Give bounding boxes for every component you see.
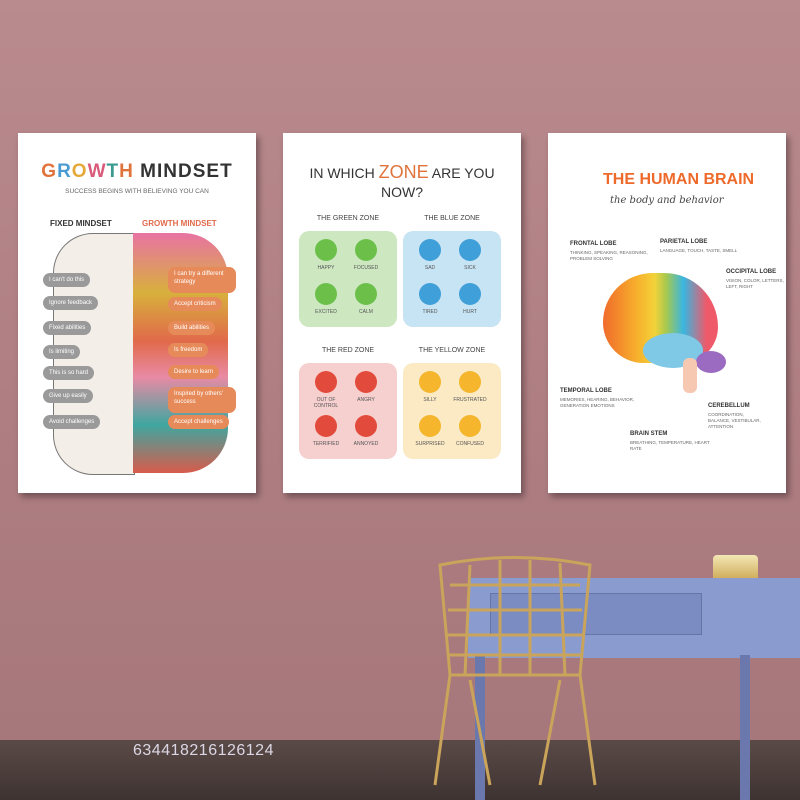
lobe-name: TEMPORAL LOBE [560, 388, 612, 394]
emoji-face-icon [315, 415, 337, 437]
emotion-label: ANNOYED [353, 441, 379, 447]
lobe-description: COORDINATION, BALANCE, VESTIBULAR, ATTEN… [708, 412, 761, 429]
title-letter: H [119, 161, 134, 182]
zones-title: IN WHICH ZONE ARE YOU NOW? [283, 163, 521, 202]
emotion-label: HAPPY [317, 265, 335, 271]
lobe-description: VISION, COLOR, LETTERS, LEFT, RIGHT [726, 278, 784, 289]
lobe-name: BRAIN STEM [630, 431, 668, 437]
lobe-description: THINKING, SPEAKING, REASONING, PROBLEM S… [570, 250, 648, 261]
title-letter: R [57, 161, 72, 182]
cerebellum-shape [696, 351, 726, 373]
emoji-face-icon [459, 415, 481, 437]
lobe-name: CEREBELLUM [708, 403, 750, 409]
growth-mindset-poster: GROWTH MINDSET SUCCESS BEGINS WITH BELIE… [18, 133, 256, 493]
lobe-description: LANGUAGE, TOUCH, TASTE, SMELL [660, 248, 738, 253]
fixed-mindset-item: I can't do this [43, 273, 91, 287]
emoji-face-icon [355, 371, 377, 393]
title-letter: N [163, 161, 178, 182]
growth-mindset-item: Desire to learn [168, 365, 220, 379]
emoji-face-icon [459, 239, 481, 261]
emotion-label: SILLY [423, 397, 437, 403]
title-letter: W [87, 161, 107, 182]
lobe-name: FRONTAL LOBE [570, 241, 617, 247]
emoji-face-icon [419, 283, 441, 305]
emotion-label: FOCUSED [353, 265, 379, 271]
growth-mindset-subtitle: SUCCESS BEGINS WITH BELIEVING YOU CAN [65, 188, 209, 195]
title-letter: E [206, 161, 221, 182]
emotion-label: SAD [424, 265, 436, 271]
emotion-label: CONFUSED [455, 441, 485, 447]
emoji-face-icon [355, 283, 377, 305]
fixed-mindset-header: FIXED MINDSET [50, 219, 112, 228]
growth-mindset-item: Build abilities [168, 321, 216, 335]
emoji-face-icon [315, 371, 337, 393]
fixed-mindset-item: This is so hard [43, 366, 95, 380]
fixed-mindset-item: Fixed abilities [43, 321, 92, 335]
emotion-label: TERRIFIED [312, 441, 340, 447]
emotion-label: TIRED [422, 309, 438, 315]
lobe-name: OCCIPITAL LOBE [726, 269, 777, 275]
zone-heading: THE YELLOW ZONE [418, 347, 486, 354]
title-letter: M [140, 161, 157, 182]
emotion-label: HURT [463, 309, 477, 315]
zones-poster: IN WHICH ZONE ARE YOU NOW? THE GREEN ZON… [283, 133, 521, 493]
emotion-label: SICK [464, 265, 476, 271]
human-brain-poster: THE HUMAN BRAIN the body and behavior FR… [548, 133, 786, 493]
fixed-mindset-item: Ignore feedback [43, 296, 99, 310]
lobe-description: BREATHING, TEMPERATURE, HEART RATE [630, 440, 710, 451]
zones-title-part1: IN WHICH [309, 165, 379, 181]
zone-heading: THE RED ZONE [321, 347, 375, 354]
growth-mindset-item: Accept challenges [168, 415, 229, 429]
fixed-mindset-item: Is limiting [43, 345, 81, 359]
emoji-face-icon [459, 371, 481, 393]
emoji-face-icon [355, 415, 377, 437]
lobe-description: MEMORIES, HEARING, BEHAVIOR, GENERATION … [560, 397, 635, 408]
floor [0, 740, 800, 800]
watermark-number: 634418216126124 [133, 742, 274, 759]
emotion-label: EXCITED [315, 309, 337, 315]
emoji-face-icon [315, 283, 337, 305]
emoji-face-icon [419, 415, 441, 437]
emotion-label: OUT OF CONTROL [313, 397, 339, 409]
gold-wire-chair [433, 556, 597, 786]
zone-heading: THE BLUE ZONE [424, 215, 480, 222]
human-brain-title: THE HUMAN BRAIN [603, 171, 755, 188]
emoji-face-icon [419, 239, 441, 261]
title-letter: S [192, 161, 207, 182]
emoji-face-icon [355, 239, 377, 261]
fixed-mindset-item: Avoid challenges [43, 415, 101, 429]
growth-mindset-title: GROWTH MINDSET [18, 161, 256, 183]
zones-title-now: NOW? [381, 184, 423, 200]
title-letter: T [106, 161, 120, 182]
fixed-mindset-item: Give up easily [43, 389, 93, 403]
growth-mindset-item: Is freedom [168, 343, 209, 357]
emoji-face-icon [459, 283, 481, 305]
emotion-label: FRUSTRATED [453, 397, 487, 403]
title-letter: T [220, 161, 233, 182]
growth-mindset-item: Accept criticism [168, 297, 222, 311]
growth-mindset-item: I can try a different strategy [168, 267, 236, 293]
growth-mindset-item: Inspired by others' success [168, 387, 236, 413]
lobe-name: PARIETAL LOBE [660, 239, 708, 245]
zones-title-part2: ARE YOU [428, 165, 495, 181]
title-letter: D [177, 161, 193, 182]
title-letter: G [41, 161, 58, 182]
emoji-face-icon [419, 371, 441, 393]
emotion-label: CALM [359, 309, 373, 315]
emotion-label: SURPRISED [415, 441, 445, 447]
emotion-label: ANGRY [357, 397, 375, 403]
human-brain-subtitle: the body and behavior [610, 195, 724, 206]
zone-heading: THE GREEN ZONE [316, 215, 380, 222]
brain-stem-shape [683, 358, 697, 393]
zones-title-zone-word: ZONE [378, 162, 429, 182]
desk-leg [740, 655, 750, 800]
title-letter: O [71, 161, 88, 182]
emoji-face-icon [315, 239, 337, 261]
growth-mindset-header: GROWTH MINDSET [142, 219, 217, 228]
